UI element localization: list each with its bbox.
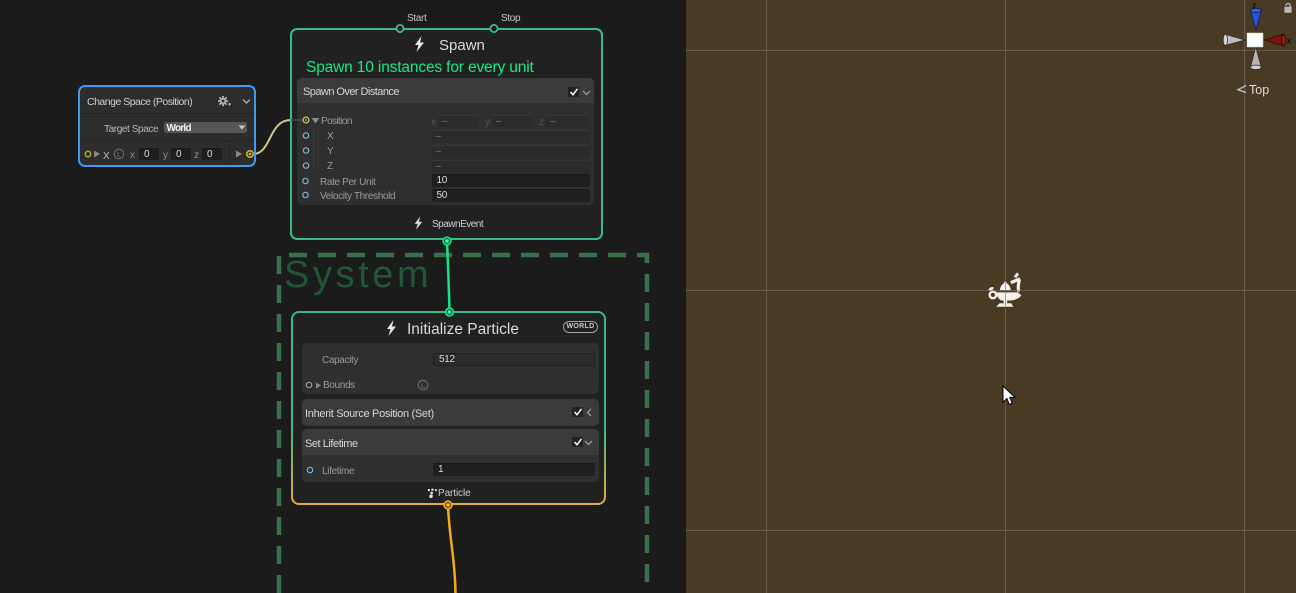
svg-text:x: x [1287,36,1292,46]
svg-text:z: z [1252,1,1257,11]
